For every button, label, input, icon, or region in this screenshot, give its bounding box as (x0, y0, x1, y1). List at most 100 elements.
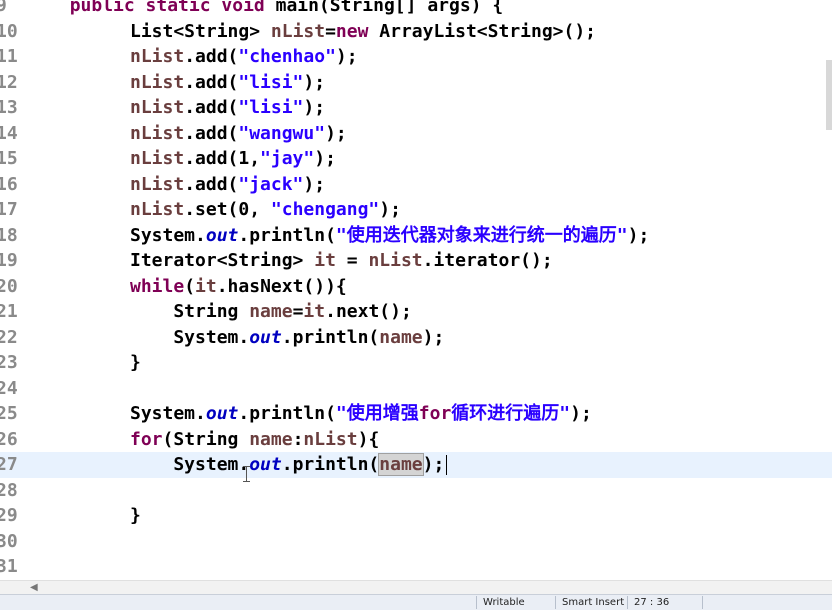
code-line[interactable]: 29} (0, 503, 832, 529)
code-token: .add( (184, 173, 239, 195)
code-text: nList.add("lisi"); (130, 70, 325, 95)
code-token: for (130, 428, 163, 450)
status-writable: Writable (476, 596, 555, 609)
code-line[interactable]: 30 (0, 529, 832, 555)
status-bar: Writable Smart Insert 27 : 36 (0, 594, 832, 610)
code-token: name (379, 326, 423, 348)
code-token: } (130, 352, 141, 373)
code-text: String name=it.next(); (130, 299, 412, 324)
code-token: : (292, 428, 304, 450)
code-line[interactable]: 16 nList.add("jack"); (0, 172, 832, 198)
line-number: 30 (0, 530, 18, 552)
code-token: List<String> (130, 20, 271, 42)
code-line[interactable]: 18 System.out.println("使用迭代器对象来进行统一的遍历"); (0, 223, 832, 249)
code-token: ); (314, 148, 336, 169)
code-token: System. (130, 326, 250, 348)
code-token: nList (270, 20, 326, 42)
code-token: ( (184, 275, 196, 297)
code-line[interactable]: 25 System.out.println("使用增强for循环进行遍历"); (0, 401, 832, 427)
line-number: 28 (0, 479, 18, 501)
code-token: .add( (184, 122, 239, 144)
code-token: .println( (238, 224, 336, 246)
code-line[interactable]: 13 nList.add("lisi"); (0, 95, 832, 121)
status-extra (702, 596, 729, 609)
code-token: "chengang" (270, 199, 380, 220)
code-token: .add(1, (184, 148, 261, 169)
code-line[interactable]: 11 nList.add("chenhao"); (0, 44, 832, 70)
line-number: 19 (0, 250, 18, 271)
code-token: "lisi" (238, 97, 304, 118)
code-text: } (130, 503, 141, 528)
code-token: while (130, 275, 185, 297)
code-text: System.out.println("使用迭代器对象来进行统一的遍历"); (130, 223, 649, 248)
code-line[interactable]: 21 String name=it.next(); (0, 299, 832, 325)
code-line[interactable]: 28 (0, 478, 832, 504)
line-number: 26 (0, 428, 18, 450)
line-number: 10 (0, 20, 18, 42)
code-token: name (249, 428, 293, 450)
code-token: ); (335, 46, 358, 67)
line-number: 14 (0, 122, 18, 144)
code-text: nList.add(1,"jay"); (130, 146, 336, 171)
code-token: nList (368, 250, 423, 271)
code-text: for(String name:nList){ (130, 427, 379, 452)
vertical-scrollbar-thumb[interactable] (826, 60, 832, 130)
code-line[interactable]: 23} (0, 350, 832, 376)
code-token: Iterator<String> (130, 250, 315, 271)
text-caret (446, 455, 448, 475)
code-text: nList.set(0, "chengang"); (130, 197, 401, 222)
code-line[interactable]: 14 nList.add("wangwu"); (0, 121, 832, 147)
code-token: ){ (357, 428, 380, 450)
code-token: (String (162, 428, 250, 450)
horizontal-scrollbar[interactable]: ◀ (0, 580, 832, 595)
code-token: .next(); (325, 301, 412, 322)
code-text: System.out.println("使用增强for循环进行遍历"); (130, 401, 592, 426)
code-line-current[interactable]: 27 System.out.println(name); (0, 452, 832, 478)
line-number: 24 (0, 377, 18, 399)
code-token: nList (303, 428, 358, 450)
code-token: "chenhao" (238, 46, 336, 67)
code-token: } (130, 505, 141, 526)
code-line[interactable]: 24 (0, 376, 832, 402)
code-editor[interactable]: 9 public static void main(String[] args)… (0, 0, 832, 580)
code-token: "wangwu" (238, 122, 326, 144)
scroll-left-arrow-icon[interactable]: ◀ (30, 582, 38, 593)
code-line[interactable]: 17 nList.set(0, "chengang"); (0, 197, 832, 223)
code-token: out (249, 454, 282, 475)
code-token: ); (325, 122, 347, 144)
code-token: nList (130, 199, 185, 220)
code-token: .println( (281, 326, 380, 348)
code-text: List<String> nList=new ArrayList<String>… (130, 19, 596, 44)
code-line[interactable]: 9 public static void main(String[] args)… (0, 0, 832, 19)
code-line[interactable]: 20 while(it.hasNext()){ (0, 274, 832, 300)
code-text: nList.add("wangwu"); (130, 121, 347, 146)
code-token: nList (130, 122, 185, 144)
line-number: 31 (0, 556, 18, 577)
code-token: it (303, 301, 326, 322)
code-token: .add( (184, 46, 239, 67)
code-token: = (325, 20, 336, 42)
line-number: 21 (0, 301, 18, 322)
code-token: main(String[] args) { (264, 0, 504, 16)
code-line[interactable]: 19 Iterator<String> it = nList.iterator()… (0, 248, 832, 274)
code-token: nList (130, 46, 185, 67)
code-line[interactable]: 10 List<String> nList=new ArrayList<Strin… (0, 19, 832, 45)
code-token: it (195, 275, 217, 297)
code-token: "jack" (238, 173, 304, 195)
code-token: .add( (184, 71, 239, 93)
code-token: nList (130, 71, 185, 93)
line-number: 27 (0, 454, 18, 475)
code-line[interactable]: 26 for(String name:nList){ (0, 427, 832, 453)
code-line[interactable]: 12 nList.add("lisi"); (0, 70, 832, 96)
code-token: ); (570, 403, 592, 424)
line-number: 23 (0, 352, 18, 373)
code-line[interactable]: 15 nList.add(1,"jay"); (0, 146, 832, 172)
code-line[interactable]: 22 System.out.println(name); (0, 325, 832, 351)
code-token: nList (130, 148, 185, 169)
code-text: System.out.println(name); (130, 452, 448, 477)
code-token: .println( (238, 403, 336, 424)
code-token: for (418, 403, 452, 424)
code-line[interactable]: 31 (0, 554, 832, 580)
code-token: System. (130, 403, 206, 424)
